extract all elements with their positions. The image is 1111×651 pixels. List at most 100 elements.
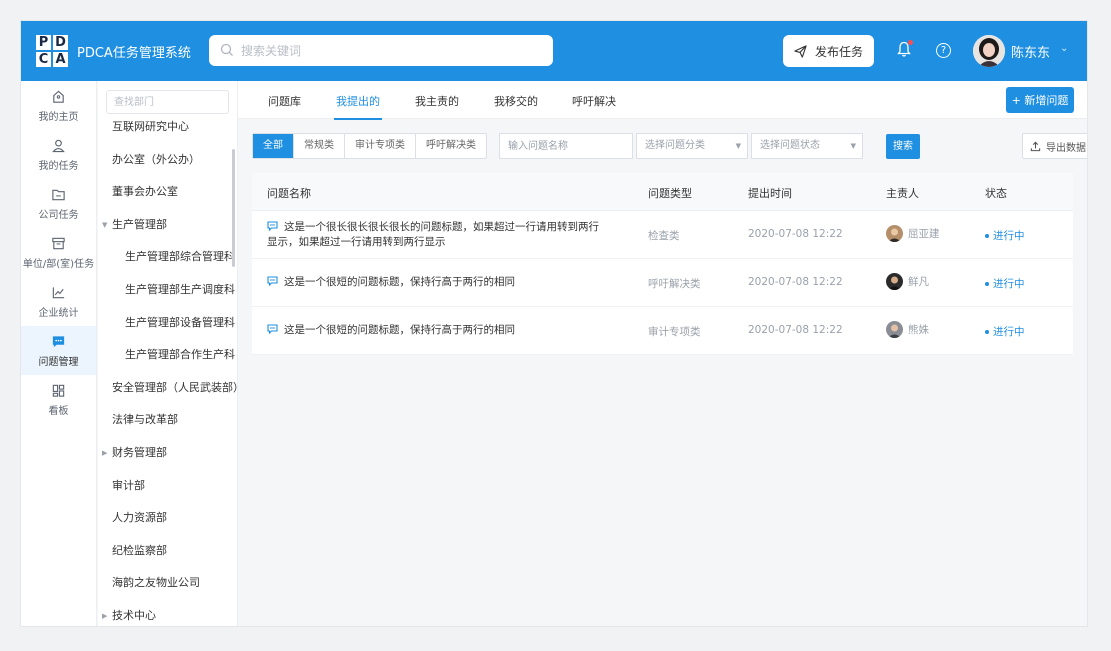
tree-item[interactable]: 纪检监察部	[98, 535, 237, 568]
issue-title: 这是一个很短的问题标题，保持行高于两行的相同	[284, 324, 515, 336]
filter-bar: 全部 常规类 审计专项类 呼吁解决类 选择问题分类 ▼ 选择问题状态 ▼ 搜索 …	[252, 133, 1087, 160]
tree-item-label: 海韵之友物业公司	[112, 576, 200, 590]
nav-item-statistics[interactable]: 企业统计	[21, 277, 96, 326]
tab-transferred-by-me[interactable]: 我移交的	[494, 93, 538, 109]
segment-all[interactable]: 全部	[253, 134, 294, 158]
add-issue-button[interactable]: + 新增问题	[1006, 87, 1074, 113]
comment-icon	[267, 324, 278, 334]
issue-title-cell[interactable]: 这是一个很短的问题标题，保持行高于两行的相同	[267, 275, 607, 290]
segment-audit[interactable]: 审计专项类	[345, 134, 416, 158]
tree-item[interactable]: 法律与改革部	[98, 404, 237, 437]
help-button[interactable]: ?	[936, 43, 951, 58]
tab-appeal[interactable]: 呼吁解决	[572, 93, 616, 109]
segment-appeal[interactable]: 呼吁解决类	[416, 134, 486, 158]
logo-letter: C	[35, 51, 52, 68]
tree-item[interactable]: 办公室（外公办）	[98, 144, 237, 177]
tree-item[interactable]: ▶ 技术中心	[98, 600, 237, 626]
chevron-down-icon[interactable]: ⌄	[1060, 43, 1068, 54]
issue-title-cell[interactable]: 这是一个很长很长很长很长的问题标题，如果超过一行请用转到两行显示，如果超过一行请…	[267, 220, 607, 250]
export-label: 导出数据	[1046, 142, 1086, 154]
nav-item-label: 企业统计	[38, 307, 79, 319]
tree-item[interactable]: 安全管理部（人民武装部）	[98, 372, 237, 405]
folder-icon	[52, 189, 65, 200]
search-icon	[220, 43, 233, 56]
status-dot	[985, 329, 989, 334]
export-button[interactable]: 导出数据	[1022, 133, 1087, 159]
tree-item-label: 互联网研究中心	[112, 120, 189, 133]
tree-item[interactable]: 人力资源部	[98, 502, 237, 535]
status-dot	[985, 281, 989, 286]
tree-item-label: 生产管理部设备管理科	[125, 315, 235, 329]
pdca-logo[interactable]: P D C A	[35, 34, 69, 68]
table-row[interactable]: 这是一个很长很长很长很长的问题标题，如果超过一行请用转到两行显示，如果超过一行请…	[252, 211, 1073, 259]
issue-name-input[interactable]	[499, 133, 633, 159]
table-row[interactable]: 这是一个很短的问题标题，保持行高于两行的相同 呼吁解决类 2020-07-08 …	[252, 259, 1073, 307]
nav-item-unit-tasks[interactable]: 单位/部(室)任务	[21, 228, 96, 277]
nav-item-company-tasks[interactable]: 公司任务	[21, 179, 96, 228]
status-label: 进行中	[993, 326, 1025, 338]
issue-status-select[interactable]: 选择问题状态 ▼	[751, 133, 863, 159]
search-input[interactable]	[241, 35, 541, 66]
tree-item[interactable]: 生产管理部合作生产科	[98, 339, 237, 372]
tree-item[interactable]: 互联网研究中心	[98, 111, 237, 144]
search-button[interactable]: 搜索	[886, 134, 920, 159]
nav-item-issue-management[interactable]: 问题管理	[21, 326, 96, 375]
tree-item-label: 生产管理部生产调度科	[125, 282, 235, 296]
caret-right-icon[interactable]: ▶	[102, 437, 107, 469]
avatar-image	[973, 35, 1005, 67]
column-header: 状态	[985, 187, 1007, 200]
dashboard-icon	[52, 384, 65, 397]
tree-item-label: 技术中心	[112, 608, 156, 622]
user-name[interactable]: 陈东东	[1011, 42, 1050, 61]
user-avatar[interactable]	[973, 35, 1005, 67]
nav-item-label: 我的任务	[38, 160, 79, 172]
tree-item[interactable]: 生产管理部综合管理科	[98, 241, 237, 274]
nav-item-dashboard[interactable]: 看板	[21, 375, 96, 424]
tree-item[interactable]: ▶ 财务管理部	[98, 437, 237, 470]
tree-item[interactable]: ▼ 生产管理部	[98, 209, 237, 242]
caret-right-icon[interactable]: ▶	[102, 600, 107, 626]
app-window: P D C A PDCA任务管理系统 发布任务 ? 陈东东 ⌄ 我的主页	[20, 20, 1088, 627]
department-panel: 互联网研究中心 办公室（外公办） 董事会办公室 ▼ 生产管理部 生产管理部综合管理…	[98, 81, 238, 626]
issue-time: 2020-07-08 12:22	[748, 324, 843, 336]
tree-item[interactable]: 审计部	[98, 470, 237, 503]
department-tree: 互联网研究中心 办公室（外公办） 董事会办公室 ▼ 生产管理部 生产管理部综合管理…	[98, 111, 237, 626]
tree-item-label: 纪检监察部	[112, 543, 167, 557]
tree-item[interactable]: 海韵之友物业公司	[98, 567, 237, 600]
tab-owned-by-me[interactable]: 我主责的	[415, 93, 459, 109]
nav-item-label: 问题管理	[38, 356, 79, 368]
tab-issue-library[interactable]: 问题库	[268, 93, 301, 109]
archive-icon	[52, 237, 65, 249]
scrollbar-thumb[interactable]	[232, 149, 235, 267]
tree-item[interactable]: 董事会办公室	[98, 176, 237, 209]
issue-title-cell[interactable]: 这是一个很短的问题标题，保持行高于两行的相同	[267, 323, 607, 338]
category-segment: 全部 常规类 审计专项类 呼吁解决类	[252, 133, 487, 159]
tab-raised-by-me[interactable]: 我提出的	[334, 93, 382, 120]
caret-down-icon: ▼	[735, 142, 741, 150]
issue-title: 这是一个很短的问题标题，保持行高于两行的相同	[284, 276, 515, 288]
user-icon	[52, 139, 65, 152]
select-placeholder: 选择问题分类	[645, 140, 705, 151]
issue-category-select[interactable]: 选择问题分类 ▼	[636, 133, 748, 159]
issue-type: 呼吁解决类	[648, 278, 701, 290]
nav-item-label: 我的主页	[38, 111, 79, 123]
publish-task-button[interactable]: 发布任务	[783, 35, 874, 67]
nav-item-label: 单位/部(室)任务	[22, 258, 95, 270]
segment-regular[interactable]: 常规类	[294, 134, 345, 158]
tree-item[interactable]: 生产管理部生产调度科	[98, 274, 237, 307]
app-title: PDCA任务管理系统	[77, 46, 191, 61]
tree-item[interactable]: 生产管理部设备管理科	[98, 307, 237, 340]
nav-item-home[interactable]: 我的主页	[21, 81, 96, 130]
caret-down-icon[interactable]: ▼	[102, 209, 107, 241]
table-row[interactable]: 这是一个很短的问题标题，保持行高于两行的相同 审计专项类 2020-07-08 …	[252, 307, 1073, 355]
global-search[interactable]	[209, 35, 553, 66]
nav-item-label: 公司任务	[38, 209, 79, 221]
notification-button[interactable]	[897, 40, 913, 61]
tree-item-label: 审计部	[112, 478, 145, 492]
issue-time: 2020-07-08 12:22	[748, 228, 843, 240]
tree-item-label: 人力资源部	[112, 511, 167, 525]
tree-item-label: 生产管理部合作生产科	[125, 348, 235, 362]
send-icon	[794, 44, 807, 58]
nav-item-my-tasks[interactable]: 我的任务	[21, 130, 96, 179]
issue-tabs: 问题库 我提出的 我主责的 我移交的 呼吁解决 + 新增问题	[238, 81, 1087, 120]
